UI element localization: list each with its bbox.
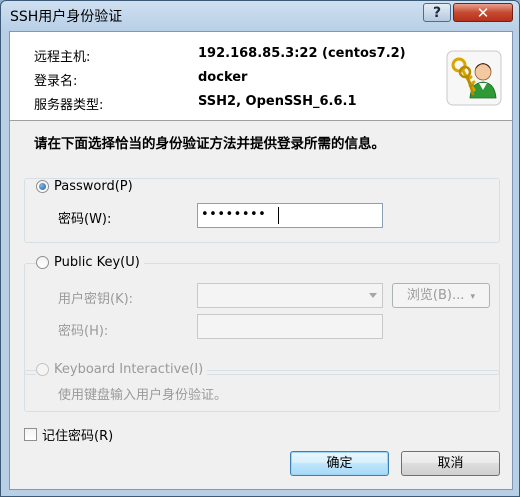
passphrase-label: 密码(H): bbox=[58, 324, 109, 339]
keyboard-interactive-radio-button[interactable] bbox=[36, 363, 49, 376]
remember-password-box[interactable] bbox=[24, 428, 37, 441]
remember-password-checkbox[interactable]: 记住密码(R) bbox=[24, 425, 113, 444]
login-value: docker bbox=[198, 70, 248, 85]
dropdown-arrow-icon: ▾ bbox=[470, 292, 476, 302]
instruction-text: 请在下面选择恰当的身份验证方法并提供登录所需的信息。 bbox=[34, 136, 385, 152]
chevron-down-icon bbox=[369, 293, 377, 298]
host-label: 远程主机: bbox=[34, 50, 91, 65]
keyboard-interactive-radio[interactable]: Keyboard Interactive(I) bbox=[36, 362, 208, 377]
remember-password-label: 记住密码(R) bbox=[42, 429, 114, 444]
ok-button[interactable]: 确定 bbox=[290, 451, 389, 476]
window-title: SSH用户身份验证 bbox=[10, 9, 123, 25]
public-key-radio-label: Public Key(U) bbox=[54, 255, 140, 270]
browse-button[interactable]: 浏览(B)... ▾ bbox=[392, 283, 490, 308]
password-input-value: •••••••• bbox=[201, 207, 267, 222]
user-key-combobox[interactable] bbox=[197, 283, 383, 308]
dialog-body: 远程主机: 192.168.85.3:22 (centos7.2) 登录名: d… bbox=[9, 31, 513, 490]
cancel-button[interactable]: 取消 bbox=[401, 451, 500, 476]
password-radio-label: Password(P) bbox=[54, 179, 133, 194]
close-button[interactable]: ✕ bbox=[453, 3, 513, 22]
public-key-radio[interactable]: Public Key(U) bbox=[36, 255, 144, 270]
passphrase-input[interactable] bbox=[197, 314, 383, 339]
password-radio-button[interactable] bbox=[36, 180, 49, 193]
keyboard-interactive-description: 使用键盘输入用户身份验证。 bbox=[58, 388, 228, 403]
password-input[interactable]: •••••••• bbox=[197, 203, 383, 228]
host-value: 192.168.85.3:22 (centos7.2) bbox=[198, 46, 406, 61]
keyboard-interactive-radio-label: Keyboard Interactive(I) bbox=[54, 362, 204, 377]
title-bar[interactable]: SSH用户身份验证 ? ✕ bbox=[1, 1, 519, 31]
login-label: 登录名: bbox=[34, 74, 78, 89]
connection-info-header: 远程主机: 192.168.85.3:22 (centos7.2) 登录名: d… bbox=[10, 32, 512, 121]
password-radio[interactable]: Password(P) bbox=[36, 179, 137, 194]
keys-user-icon bbox=[446, 50, 502, 106]
server-type-label: 服务器类型: bbox=[34, 98, 104, 113]
public-key-radio-button[interactable] bbox=[36, 256, 49, 269]
password-field-label: 密码(W): bbox=[58, 212, 112, 227]
help-button[interactable]: ? bbox=[423, 3, 451, 22]
server-type-value: SSH2, OpenSSH_6.6.1 bbox=[198, 94, 357, 109]
ssh-auth-dialog: SSH用户身份验证 ? ✕ 远程主机: 192.168.85.3:22 (cen… bbox=[0, 0, 520, 497]
text-caret bbox=[278, 207, 279, 224]
browse-button-label: 浏览(B)... bbox=[406, 288, 465, 303]
user-key-label: 用户密钥(K): bbox=[58, 292, 134, 307]
